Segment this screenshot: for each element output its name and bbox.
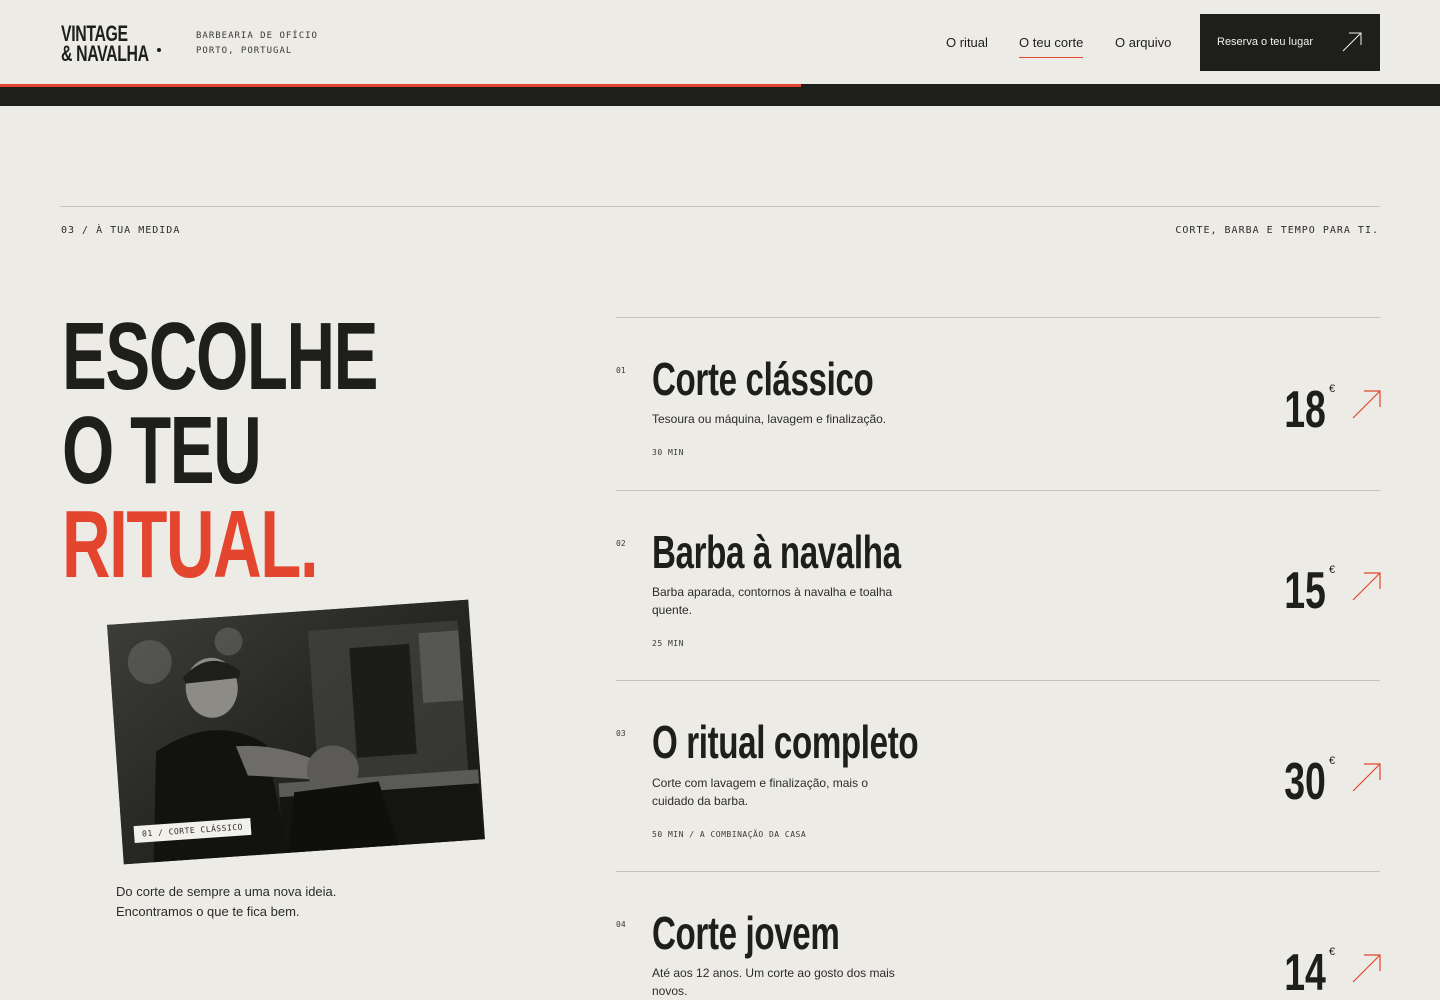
nav-item-o-arquivo[interactable]: O arquivo xyxy=(1115,35,1171,50)
service-price: 15 xyxy=(1284,562,1326,620)
brand-logo[interactable]: VINTAGE & NAVALHA xyxy=(61,23,171,66)
reserve-button-label: Reserva o teu lugar xyxy=(1217,36,1313,48)
headline-line3: RITUAL. xyxy=(62,491,319,598)
service-currency: € xyxy=(1329,946,1336,958)
tagline-line2: PORTO, PORTUGAL xyxy=(196,46,293,56)
tagline-line1: BARBEARIA DE OFÍCIO xyxy=(196,31,318,41)
brand-tagline: BARBEARIA DE OFÍCIO PORTO, PORTUGAL xyxy=(196,29,318,59)
service-number: 01 xyxy=(616,366,626,375)
service-currency: € xyxy=(1329,383,1336,395)
arrow-up-right-icon[interactable] xyxy=(1352,390,1381,419)
reserve-button[interactable]: Reserva o teu lugar xyxy=(1200,14,1380,71)
service-currency: € xyxy=(1329,755,1336,767)
intro-text: Do corte de sempre a uma nova ideia. Enc… xyxy=(116,884,337,919)
service-number: 03 xyxy=(616,729,626,738)
service-divider xyxy=(616,871,1380,872)
service-divider xyxy=(616,680,1380,681)
registered-dot-icon xyxy=(157,48,161,52)
headline-line1: ESCOLHE xyxy=(62,303,378,410)
section-aside: CORTE, BARBA E TEMPO PARA TI. xyxy=(1175,225,1379,236)
service-price: 18 xyxy=(1284,381,1326,439)
service-title: O ritual completo xyxy=(652,716,919,768)
service-description: Tesoura ou máquina, lavagem e finalizaçã… xyxy=(652,412,887,426)
headline-line2: O TEU xyxy=(62,397,262,504)
section-label: 03 / À TUA MEDIDA xyxy=(61,225,181,236)
service-number: 04 xyxy=(616,920,626,929)
service-price: 14 xyxy=(1284,944,1326,1000)
service-duration: 50 MIN / A COMBINAÇÃO DA CASA xyxy=(652,830,807,839)
service-duration: 30 MIN xyxy=(652,448,684,457)
arrow-up-right-icon[interactable] xyxy=(1352,572,1381,601)
scroll-progress-bar xyxy=(0,84,801,87)
arrow-up-right-icon[interactable] xyxy=(1352,954,1381,983)
service-description: Corte com lavagem e finalização, mais o … xyxy=(652,776,869,808)
service-duration: 25 MIN xyxy=(652,639,684,648)
section-divider xyxy=(60,206,1380,207)
site-header: VINTAGE & NAVALHA BARBEARIA DE OFÍCIO PO… xyxy=(0,0,1440,84)
service-number: 02 xyxy=(616,539,626,548)
service-price: 30 xyxy=(1284,753,1326,811)
nav-item-o-teu-corte[interactable]: O teu corte xyxy=(1019,35,1084,58)
arrow-up-right-icon[interactable] xyxy=(1352,763,1381,792)
service-title: Corte clássico xyxy=(652,353,874,405)
service-title: Corte jovem xyxy=(652,907,840,959)
service-divider xyxy=(616,490,1380,491)
brand-name-line2: & NAVALHA xyxy=(61,41,149,66)
service-description: Até aos 12 anos. Um corte ao gosto dos m… xyxy=(652,966,895,998)
service-currency: € xyxy=(1329,564,1336,576)
service-title: Barba à navalha xyxy=(652,526,901,578)
arrow-up-right-icon xyxy=(1342,32,1362,52)
nav-item-o-ritual[interactable]: O ritual xyxy=(946,35,988,50)
service-description: Barba aparada, contornos à navalha e toa… xyxy=(652,585,893,617)
section-strip xyxy=(0,84,1440,106)
service-divider xyxy=(616,317,1380,318)
